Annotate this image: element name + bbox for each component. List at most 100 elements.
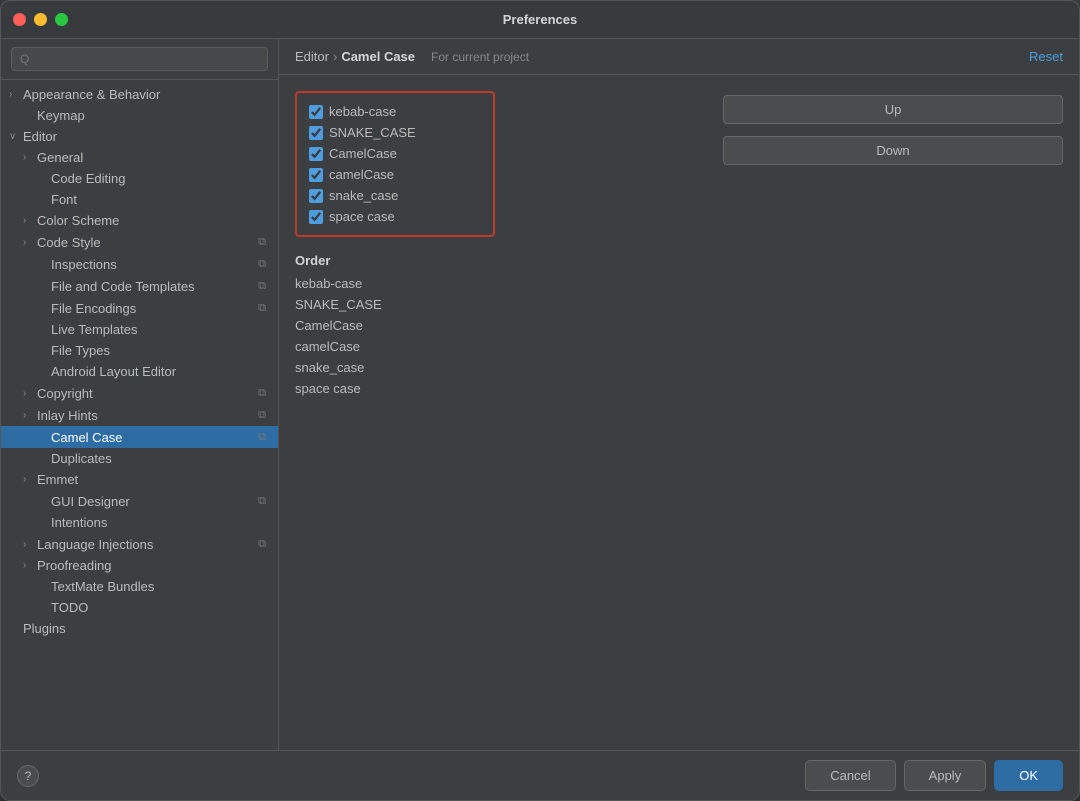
preferences-window: Preferences ›Appearance & BehaviorKeymap… [0, 0, 1080, 801]
search-input[interactable] [11, 47, 268, 71]
arrow-icon-general: › [23, 152, 37, 163]
copy-icon-inspections: ⧉ [254, 256, 270, 272]
sidebar-item-live-templates[interactable]: Live Templates [1, 319, 278, 340]
arrow-icon-copyright: › [23, 388, 37, 399]
sidebar-item-editor[interactable]: ∨Editor [1, 126, 278, 147]
order-item-3: camelCase [295, 337, 495, 356]
sidebar-item-font[interactable]: Font [1, 189, 278, 210]
sidebar-item-copyright[interactable]: ›Copyright⧉ [1, 382, 278, 404]
sidebar-item-file-encodings[interactable]: File Encodings⧉ [1, 297, 278, 319]
order-item-4: snake_case [295, 358, 495, 377]
checkbox-item-kebab-case[interactable]: kebab-case [305, 101, 485, 122]
copy-icon-inlay-hints: ⧉ [254, 407, 270, 423]
sidebar-item-file-code-templates[interactable]: File and Code Templates⧉ [1, 275, 278, 297]
sidebar-item-label-live-templates: Live Templates [51, 322, 270, 337]
sidebar-tree: ›Appearance & BehaviorKeymap∨Editor›Gene… [1, 80, 278, 750]
sidebar-item-intentions[interactable]: Intentions [1, 512, 278, 533]
sidebar-item-inlay-hints[interactable]: ›Inlay Hints⧉ [1, 404, 278, 426]
copy-icon-code-style: ⧉ [254, 234, 270, 250]
sidebar-item-label-appearance-behavior: Appearance & Behavior [23, 87, 270, 102]
sidebar-item-gui-designer[interactable]: GUI Designer⧉ [1, 490, 278, 512]
order-item-1: SNAKE_CASE [295, 295, 495, 314]
apply-button[interactable]: Apply [904, 760, 987, 791]
checkbox-snake-case-upper[interactable] [309, 126, 323, 140]
sidebar-item-proofreading[interactable]: ›Proofreading [1, 555, 278, 576]
checkbox-group: kebab-case SNAKE_CASE CamelCase camelCase sn… [295, 91, 495, 237]
help-button[interactable]: ? [17, 765, 39, 787]
sidebar-item-inspections[interactable]: Inspections⧉ [1, 253, 278, 275]
sidebar-item-code-style[interactable]: ›Code Style⧉ [1, 231, 278, 253]
sidebar-item-general[interactable]: ›General [1, 147, 278, 168]
sidebar-item-label-inspections: Inspections [51, 257, 254, 272]
copy-icon-file-code-templates: ⧉ [254, 278, 270, 294]
arrow-icon-language-injections: › [23, 539, 37, 550]
sidebar-item-android-layout-editor[interactable]: Android Layout Editor [1, 361, 278, 382]
sidebar-item-camel-case[interactable]: Camel Case⧉ [1, 426, 278, 448]
up-button[interactable]: Up [723, 95, 1063, 124]
sidebar-item-label-duplicates: Duplicates [51, 451, 270, 466]
sidebar-item-emmet[interactable]: ›Emmet [1, 469, 278, 490]
checkbox-camel-case-lower[interactable] [309, 168, 323, 182]
checkbox-snake-case[interactable] [309, 189, 323, 203]
copy-icon-camel-case: ⧉ [254, 429, 270, 445]
sidebar-item-label-color-scheme: Color Scheme [37, 213, 270, 228]
copy-icon-gui-designer: ⧉ [254, 493, 270, 509]
left-section: kebab-case SNAKE_CASE CamelCase camelCase sn… [295, 91, 495, 734]
sidebar-item-label-code-style: Code Style [37, 235, 254, 250]
sidebar-item-label-inlay-hints: Inlay Hints [37, 408, 254, 423]
breadcrumb: Editor › Camel Case [295, 49, 415, 64]
cancel-button[interactable]: Cancel [805, 760, 895, 791]
sidebar-item-keymap[interactable]: Keymap [1, 105, 278, 126]
arrow-icon-inlay-hints: › [23, 410, 37, 421]
checkbox-item-snake-case[interactable]: snake_case [305, 185, 485, 206]
close-button[interactable] [13, 13, 26, 26]
reset-button[interactable]: Reset [1029, 49, 1063, 64]
window-controls [13, 13, 68, 26]
sidebar-item-label-proofreading: Proofreading [37, 558, 270, 573]
sidebar-item-label-font: Font [51, 192, 270, 207]
checkbox-item-space-case[interactable]: space case [305, 206, 485, 227]
sidebar-item-file-types[interactable]: File Types [1, 340, 278, 361]
order-item-0: kebab-case [295, 274, 495, 293]
down-button[interactable]: Down [723, 136, 1063, 165]
right-section: Up Down [511, 91, 1063, 734]
checkbox-label-camel-case-lower: camelCase [329, 167, 394, 182]
breadcrumb-root: Editor [295, 49, 329, 64]
sidebar-item-textmate-bundles[interactable]: TextMate Bundles [1, 576, 278, 597]
sidebar-item-label-general: General [37, 150, 270, 165]
sidebar-item-code-editing[interactable]: Code Editing [1, 168, 278, 189]
checkbox-label-snake-case: snake_case [329, 188, 398, 203]
sidebar-item-label-copyright: Copyright [37, 386, 254, 401]
sidebar-item-todo[interactable]: TODO [1, 597, 278, 618]
sidebar-item-label-plugins: Plugins [23, 621, 270, 636]
checkbox-camel-case-upper[interactable] [309, 147, 323, 161]
checkbox-label-snake-case-upper: SNAKE_CASE [329, 125, 416, 140]
arrow-icon-proofreading: › [23, 560, 37, 571]
search-area [1, 39, 278, 80]
checkbox-label-camel-case-upper: CamelCase [329, 146, 397, 161]
sidebar-item-label-textmate-bundles: TextMate Bundles [51, 579, 270, 594]
sidebar-item-label-gui-designer: GUI Designer [51, 494, 254, 509]
sidebar-item-plugins[interactable]: Plugins [1, 618, 278, 639]
checkbox-label-kebab-case: kebab-case [329, 104, 396, 119]
checkbox-item-camel-case-lower[interactable]: camelCase [305, 164, 485, 185]
checkbox-item-snake-case-upper[interactable]: SNAKE_CASE [305, 122, 485, 143]
bottom-bar: ? Cancel Apply OK [1, 750, 1079, 800]
sidebar-item-appearance-behavior[interactable]: ›Appearance & Behavior [1, 84, 278, 105]
breadcrumb-arrow: › [333, 49, 337, 64]
main-header: Editor › Camel Case For current project … [279, 39, 1079, 75]
checkbox-item-camel-case-upper[interactable]: CamelCase [305, 143, 485, 164]
maximize-button[interactable] [55, 13, 68, 26]
sidebar-item-color-scheme[interactable]: ›Color Scheme [1, 210, 278, 231]
minimize-button[interactable] [34, 13, 47, 26]
checkbox-kebab-case[interactable] [309, 105, 323, 119]
for-current-project: For current project [431, 50, 529, 64]
sidebar-item-duplicates[interactable]: Duplicates [1, 448, 278, 469]
order-list: kebab-caseSNAKE_CASECamelCasecamelCasesn… [295, 274, 495, 398]
checkbox-space-case[interactable] [309, 210, 323, 224]
sidebar-item-label-todo: TODO [51, 600, 270, 615]
ok-button[interactable]: OK [994, 760, 1063, 791]
sidebar-item-label-file-encodings: File Encodings [51, 301, 254, 316]
sidebar-item-language-injections[interactable]: ›Language Injections⧉ [1, 533, 278, 555]
main-panel: Editor › Camel Case For current project … [279, 39, 1079, 750]
